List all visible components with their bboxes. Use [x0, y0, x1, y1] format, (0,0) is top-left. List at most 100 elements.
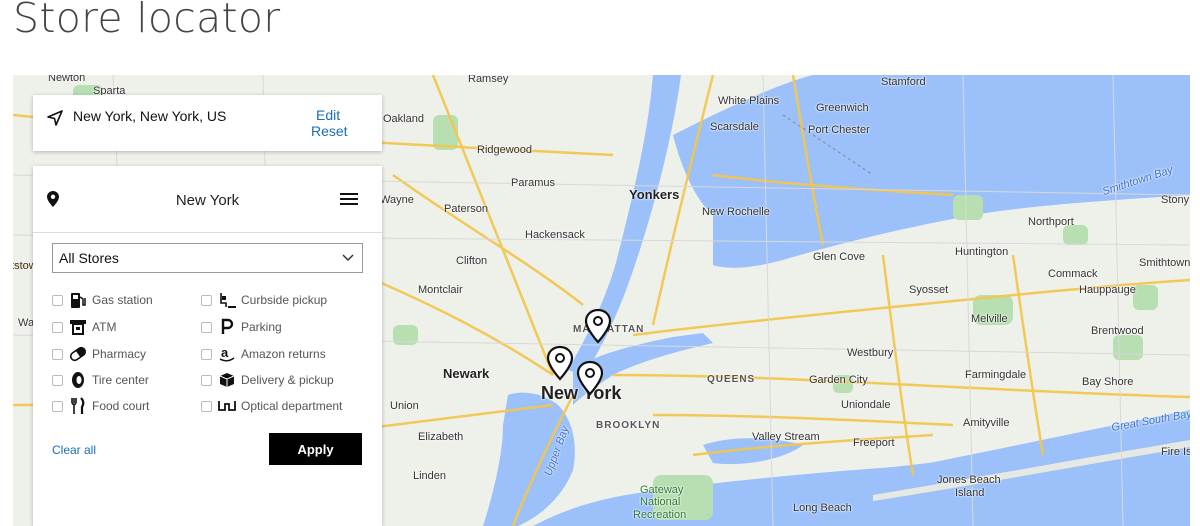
map-label: Yonkers: [629, 187, 680, 202]
divider: [33, 232, 382, 233]
map-label: New Rochelle: [702, 206, 770, 218]
location-card: New York, New York, US Edit Reset: [33, 95, 382, 151]
map-label: Huntington: [955, 246, 1009, 258]
map-label: Wa: [18, 317, 35, 329]
map-label: Freeport: [853, 437, 895, 449]
fork-knife-icon: [71, 397, 85, 414]
map-label: Clifton: [456, 255, 488, 267]
map-label: Valley Stream: [752, 431, 820, 443]
map-label: Bay Shore: [1082, 376, 1134, 388]
map-label: Union: [390, 400, 419, 412]
filter-atm[interactable]: ATM: [52, 318, 116, 336]
tire-icon: [72, 372, 84, 388]
map-label: Scarsdale: [710, 121, 759, 133]
map-label: Stony B: [1161, 194, 1190, 206]
filter-optical-department[interactable]: Optical department: [201, 397, 342, 415]
map-label: Gateway: [640, 484, 684, 496]
pill-icon: [69, 346, 87, 362]
filter-label: Delivery & pickup: [241, 373, 334, 387]
filter-pharmacy[interactable]: Pharmacy: [52, 345, 146, 363]
map-label: Port Chester: [808, 124, 870, 136]
filter-panel: New York All Stores Gas station ATM Phar…: [33, 166, 382, 526]
map-label: Garden City: [809, 374, 868, 386]
filter-amazon-returns[interactable]: a Amazon returns: [201, 345, 326, 363]
map-label: Newark: [443, 366, 490, 381]
map-label: Glen Cove: [813, 251, 865, 263]
store-type-select[interactable]: All Stores: [52, 243, 363, 273]
atm-icon: [70, 320, 86, 335]
map-label: Syosset: [909, 284, 949, 296]
filter-gas-station[interactable]: Gas station: [52, 291, 153, 309]
map-label: Northport: [1028, 216, 1074, 228]
checkbox[interactable]: [201, 294, 212, 306]
map-label: Hackensack: [525, 229, 585, 241]
svg-text:a: a: [221, 345, 229, 360]
filter-label: Amazon returns: [241, 347, 326, 361]
page-title: Store locator: [13, 0, 281, 42]
map-label: Brentwood: [1091, 325, 1144, 337]
map-label: Stamford: [881, 76, 926, 88]
clear-all-link[interactable]: Clear all: [52, 443, 96, 457]
filter-label: Food court: [92, 399, 150, 413]
store-type-select-value: All Stores: [59, 250, 119, 266]
map-label: Commack: [1048, 268, 1098, 280]
filter-curbside-pickup[interactable]: Curbside pickup: [201, 291, 327, 309]
filter-parking[interactable]: Parking: [201, 318, 282, 336]
apply-button[interactable]: Apply: [269, 433, 362, 465]
store-pin[interactable]: [576, 360, 604, 396]
map-label: White Plains: [718, 95, 780, 107]
filter-label: Curbside pickup: [241, 293, 328, 307]
map-label: Long Beach: [793, 502, 852, 514]
store-pin[interactable]: [546, 345, 574, 381]
navigation-arrow-icon: [47, 110, 63, 126]
map-label: Island: [955, 487, 985, 499]
map-label: National: [640, 496, 681, 508]
filter-delivery-pickup[interactable]: Delivery & pickup: [201, 371, 334, 389]
map-label: Ramsey: [468, 75, 509, 85]
hamburger-menu-icon[interactable]: [340, 192, 358, 206]
map-label: Smithtown: [1139, 257, 1190, 269]
map-label: Recreation: [633, 509, 687, 521]
map-label: Uniondale: [841, 399, 891, 411]
map-label: Amityville: [963, 417, 1010, 429]
filter-label: Pharmacy: [92, 347, 147, 361]
map-label: Paramus: [511, 177, 556, 189]
gas-pump-icon: [71, 293, 86, 308]
map-label: Wayne: [380, 194, 414, 206]
filter-label: ATM: [92, 320, 117, 334]
filter-label: Parking: [241, 320, 282, 334]
checkbox[interactable]: [52, 294, 63, 306]
store-pin[interactable]: [584, 308, 612, 344]
filter-tire-center[interactable]: Tire center: [52, 371, 149, 389]
chevron-down-icon: [342, 254, 354, 262]
map-label: Fire Isla: [1161, 446, 1190, 458]
map-label: Westbury: [847, 347, 894, 359]
map-label: BROOKLYN: [596, 420, 661, 431]
checkbox[interactable]: [201, 321, 212, 333]
map-label: Ridgewood: [477, 144, 533, 156]
map-label: Paterson: [444, 203, 489, 215]
checkbox[interactable]: [201, 400, 212, 412]
checkbox[interactable]: [201, 374, 212, 386]
map-label: Farmingdale: [965, 369, 1027, 381]
map-label: Linden: [413, 470, 447, 482]
edit-location-link[interactable]: Edit: [316, 107, 340, 123]
parking-icon: [221, 318, 234, 334]
map-label: Jones Beach: [937, 474, 1001, 486]
filter-food-court[interactable]: Food court: [52, 397, 149, 415]
map-label: Montclair: [418, 284, 463, 296]
filter-label: Gas station: [92, 293, 153, 307]
glasses-icon: [218, 401, 236, 411]
checkbox[interactable]: [52, 321, 63, 333]
checkbox[interactable]: [52, 400, 63, 412]
reset-location-link[interactable]: Reset: [311, 123, 348, 139]
map-label: Hauppauge: [1079, 284, 1136, 296]
map-label: Greenwich: [816, 102, 869, 114]
region-title: New York: [175, 192, 240, 209]
map-label: Elizabeth: [418, 431, 464, 443]
amazon-icon: a: [219, 345, 235, 362]
checkbox[interactable]: [52, 374, 63, 386]
filter-label: Tire center: [92, 373, 149, 387]
checkbox[interactable]: [201, 348, 212, 360]
checkbox[interactable]: [52, 348, 63, 360]
